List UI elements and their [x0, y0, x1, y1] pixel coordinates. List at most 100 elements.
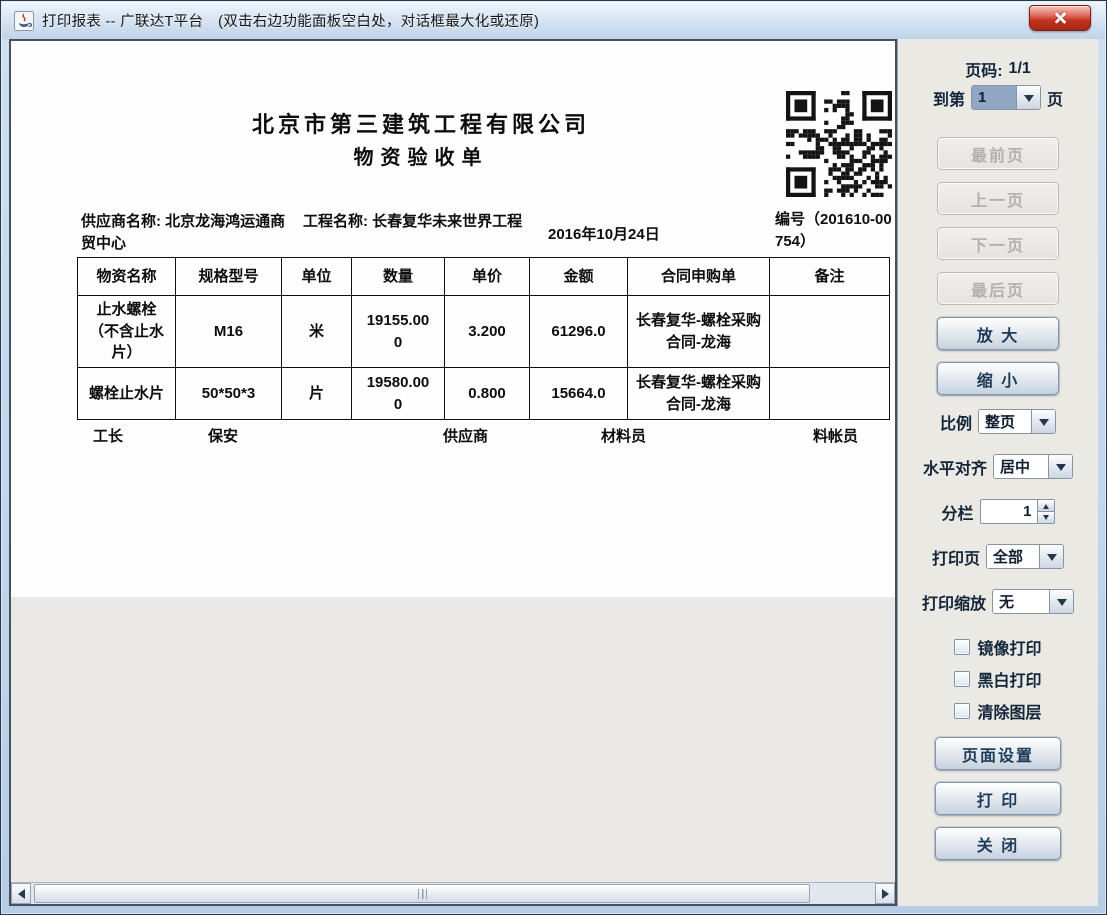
cell-contract: 长春复华-螺栓采购合同-龙海 — [628, 296, 770, 368]
java-app-icon — [14, 11, 34, 31]
clear-layer-label: 清除图层 — [977, 699, 1041, 723]
print-scale-label: 打印缩放 — [922, 590, 986, 614]
print-preview-area: 北京市第三建筑工程有限公司 物资验收单 供应商名称: 北京龙海鸿运通商贸中心 工… — [9, 39, 897, 906]
horizontal-scrollbar[interactable] — [11, 882, 895, 904]
col-header: 单位 — [282, 258, 352, 296]
project-name: 工程名称: 长春复华未来世界工程 — [303, 211, 543, 233]
chevron-down-icon — [1047, 554, 1057, 566]
chevron-down-icon — [1024, 95, 1034, 107]
scroll-left-button[interactable] — [11, 883, 31, 904]
sign-security: 保安 — [208, 425, 238, 446]
print-scale-row: 打印缩放 无 — [898, 589, 1098, 614]
report-page: 北京市第三建筑工程有限公司 物资验收单 供应商名称: 北京龙海鸿运通商贸中心 工… — [11, 41, 895, 597]
mirror-print-label: 镜像打印 — [977, 635, 1041, 659]
scale-row: 比例 整页 — [898, 409, 1098, 434]
bw-print-option: 黑白打印 — [898, 667, 1098, 691]
columns-label: 分栏 — [941, 500, 973, 524]
bw-print-label: 黑白打印 — [977, 667, 1041, 691]
print-pages-value: 全部 — [987, 545, 1039, 568]
col-header: 单价 — [445, 258, 530, 296]
sign-account-clerk: 料帐员 — [813, 425, 858, 446]
scrollbar-track[interactable] — [31, 883, 875, 904]
goto-page-suffix: 页 — [1047, 86, 1063, 110]
columns-value: 1 — [981, 500, 1037, 523]
col-header: 备注 — [770, 258, 890, 296]
arrow-right-icon — [882, 889, 894, 899]
goto-page-dropdown-button[interactable] — [1016, 86, 1040, 109]
triangle-up-icon — [1043, 501, 1049, 509]
supplier-name: 供应商名称: 北京龙海鸿运通商贸中心 — [81, 211, 293, 255]
print-pages-combobox[interactable]: 全部 — [986, 544, 1064, 569]
page-number-label: 页码: — [965, 57, 1002, 81]
qr-code — [784, 91, 894, 197]
window-title: 打印报表 -- 广联达T平台 (双击右边功能面板空白处，对话框最大化或还原) — [42, 10, 539, 31]
bw-print-checkbox[interactable] — [954, 671, 970, 687]
chevron-down-icon — [1039, 419, 1049, 431]
print-button[interactable]: 打 印 — [935, 782, 1061, 815]
cell-amount: 15664.0 — [530, 368, 628, 420]
cell-spec: 50*50*3 — [176, 368, 282, 420]
print-pages-dropdown-button[interactable] — [1039, 545, 1063, 568]
print-dialog-window: 打印报表 -- 广联达T平台 (双击右边功能面板空白处，对话框最大化或还原) 北… — [0, 0, 1107, 915]
print-scale-dropdown-button[interactable] — [1049, 590, 1073, 613]
scale-value: 整页 — [979, 410, 1031, 433]
table-header-row: 物资名称 规格型号 单位 数量 单价 金额 合同申购单 备注 — [78, 258, 890, 296]
cell-spec: M16 — [176, 296, 282, 368]
align-row: 水平对齐 居中 — [898, 454, 1098, 479]
report-date: 2016年10月24日 — [548, 224, 708, 246]
scroll-right-button[interactable] — [875, 883, 895, 904]
arrow-left-icon — [13, 889, 25, 899]
cell-material: 螺栓止水片 — [78, 368, 176, 420]
page-setup-button[interactable]: 页面设置 — [935, 737, 1061, 770]
control-panel: 页码: 1/1 到第 1 页 最前页 上一页 下一页 最后页 放 大 缩 小 — [897, 39, 1098, 906]
scale-dropdown-button[interactable] — [1031, 410, 1055, 433]
close-button[interactable]: 关 闭 — [935, 827, 1061, 860]
cell-unit: 片 — [282, 368, 352, 420]
mirror-print-checkbox[interactable] — [954, 639, 970, 655]
page-number-row: 页码: 1/1 — [898, 57, 1098, 81]
zoom-in-button[interactable]: 放 大 — [937, 317, 1059, 350]
goto-page-combobox[interactable]: 1 — [971, 85, 1041, 110]
next-page-button[interactable]: 下一页 — [937, 227, 1059, 260]
cell-remark — [770, 296, 890, 368]
align-dropdown-button[interactable] — [1048, 455, 1072, 478]
print-scale-combobox[interactable]: 无 — [992, 589, 1074, 614]
align-label: 水平对齐 — [923, 455, 987, 479]
clear-layer-checkbox[interactable] — [954, 703, 970, 719]
prev-page-button[interactable]: 上一页 — [937, 182, 1059, 215]
scale-combobox[interactable]: 整页 — [978, 409, 1056, 434]
sign-supplier: 供应商 — [443, 425, 488, 446]
print-pages-row: 打印页 全部 — [898, 544, 1098, 569]
align-combobox[interactable]: 居中 — [993, 454, 1073, 479]
cell-unit: 米 — [282, 296, 352, 368]
first-page-button[interactable]: 最前页 — [937, 137, 1059, 170]
cell-amount: 61296.0 — [530, 296, 628, 368]
sign-foreman: 工长 — [93, 425, 123, 446]
signature-row: 工长 保安 供应商 材料员 料帐员 — [77, 425, 889, 449]
goto-page-row: 到第 1 页 — [898, 85, 1098, 110]
columns-spinner[interactable]: 1 — [980, 499, 1055, 524]
col-header: 规格型号 — [176, 258, 282, 296]
title-bar: 打印报表 -- 广联达T平台 (双击右边功能面板空白处，对话框最大化或还原) — [2, 2, 1105, 39]
col-header: 物资名称 — [78, 258, 176, 296]
last-page-button[interactable]: 最后页 — [937, 272, 1059, 305]
zoom-out-button[interactable]: 缩 小 — [937, 362, 1059, 395]
col-header: 金额 — [530, 258, 628, 296]
cell-unit-price: 0.800 — [445, 368, 530, 420]
triangle-down-icon — [1043, 515, 1049, 523]
scale-label: 比例 — [940, 410, 972, 434]
goto-page-value: 1 — [972, 86, 1016, 109]
cell-remark — [770, 368, 890, 420]
cell-quantity: 19155.000 — [352, 296, 445, 368]
col-header: 数量 — [352, 258, 445, 296]
cell-contract: 长春复华-螺栓采购合同-龙海 — [628, 368, 770, 420]
preview-background — [11, 597, 895, 884]
spinner-down-button[interactable] — [1038, 512, 1054, 523]
cell-quantity: 19580.000 — [352, 368, 445, 420]
print-pages-label: 打印页 — [932, 545, 980, 569]
cell-unit-price: 3.200 — [445, 296, 530, 368]
close-window-button[interactable] — [1029, 5, 1091, 31]
spinner-up-button[interactable] — [1038, 500, 1054, 512]
scrollbar-thumb[interactable] — [34, 884, 810, 903]
clear-layer-option: 清除图层 — [898, 699, 1098, 723]
